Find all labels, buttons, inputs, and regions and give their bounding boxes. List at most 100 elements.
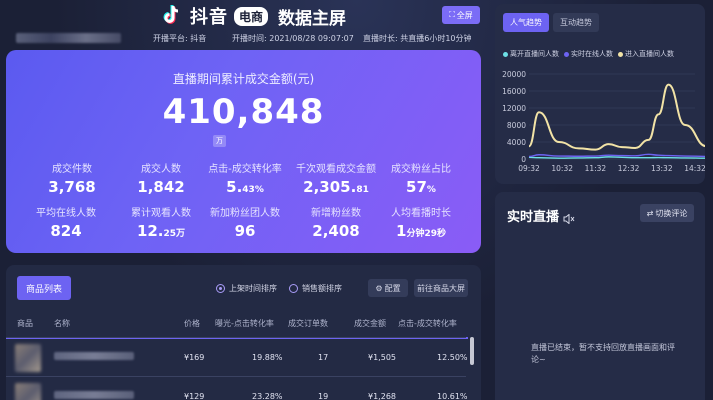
- duration-text: 直播时长: 共直播6小时10分钟: [363, 34, 472, 43]
- popularity-chart: 0 4000 8000 12000 16000 20000 09:32 10:32 11:32 1…: [502, 70, 705, 173]
- goto-product-screen-button[interactable]: 前往商品大屏: [414, 279, 468, 297]
- metric-label: 平均在线人数: [36, 208, 96, 219]
- radio-checked-icon: [216, 284, 225, 293]
- x-tick-label: 09:32: [518, 164, 540, 173]
- metric-item: 成交件数 3,768: [27, 160, 117, 196]
- metric-label: 成交件数: [52, 164, 92, 175]
- series-line: [528, 156, 705, 159]
- x-tick-label: 12:32: [618, 164, 640, 173]
- metric-value: 96: [234, 222, 256, 240]
- stats-card: 直播期间累计成交金额(元) 410,848 万 成交件数 3,768 成交人数 …: [6, 50, 481, 253]
- metric-item: 人均看播时长 1分钟29秒: [376, 204, 466, 240]
- legend-dot: [618, 51, 623, 57]
- metric-label: 新增粉丝数: [311, 208, 361, 219]
- product-thumbnail: [15, 344, 41, 372]
- legend-item-online: 实时在线人数: [564, 49, 613, 59]
- live-ended-message: 直播已结束，暂不支持回放直播画面和评论~: [531, 343, 675, 364]
- metric-item: 新加粉丝团人数 96: [200, 204, 290, 240]
- x-tick-label: 11:32: [585, 164, 607, 173]
- metric-label: 累计观看人数: [131, 208, 191, 219]
- metric-label: 新加粉丝团人数: [210, 208, 280, 219]
- product-name-blurred: [54, 352, 134, 360]
- brand-badge: 电商: [234, 6, 269, 26]
- metric-value: 57%: [406, 178, 436, 196]
- metric-item: 累计观看人数 12.25万: [116, 204, 206, 240]
- total-amount-unit: 万: [213, 135, 226, 147]
- metric-value: 1分钟29秒: [396, 222, 446, 240]
- products-panel: 商品列表 上架时间排序 销售额排序 ⚙ 配置 前往商品大屏 商品 名称 价格 曝…: [6, 265, 481, 400]
- metric-value: 12.25万: [136, 222, 186, 240]
- sort-by-sales-radio[interactable]: 销售额排序: [289, 283, 342, 294]
- expand-icon: ⛶: [449, 10, 455, 19]
- y-tick-label: 8000: [507, 121, 526, 130]
- switch-comments-label: 切换评论: [655, 208, 688, 218]
- platform-text: 开播平台: 抖音: [153, 34, 207, 43]
- metric-label: 人均看播时长: [391, 208, 451, 219]
- metric-value: 3,768: [48, 178, 96, 196]
- brand-name: 抖音: [190, 7, 228, 28]
- column-header: 成交金额: [354, 319, 386, 328]
- fullscreen-button[interactable]: ⛶ 全屏: [442, 6, 480, 24]
- sort-options: 上架时间排序 销售额排序: [216, 283, 342, 294]
- metric-value: 2,305.81: [303, 178, 369, 196]
- sort-sales-label: 销售额排序: [302, 284, 342, 293]
- series-line: [528, 83, 705, 151]
- product-name-blurred: [54, 391, 134, 399]
- metric-value: 2,408: [312, 222, 360, 240]
- metric-item: 成交人数 1,842: [116, 160, 206, 196]
- config-button[interactable]: ⚙ 配置: [368, 279, 408, 297]
- product-thumbnail: [15, 383, 41, 400]
- live-title: 实时直播: [507, 210, 560, 225]
- live-meta: 开播平台: 抖音 开播时间: 2021/08/28 09:07:07 直播时长:…: [0, 33, 500, 45]
- sort-time-label: 上架时间排序: [229, 284, 277, 293]
- tab-popularity-trend[interactable]: 人气趋势: [503, 13, 549, 32]
- legend-label: 实时在线人数: [571, 50, 613, 58]
- gear-icon: ⚙: [375, 283, 383, 293]
- speaker-mute-icon[interactable]: [563, 209, 575, 228]
- x-tick-label: 10:32: [551, 164, 573, 173]
- metric-item: 点击-成交转化率 5.43%: [200, 160, 290, 196]
- column-header: 价格: [184, 319, 200, 328]
- tab-interaction-trend[interactable]: 互动趋势: [553, 13, 599, 32]
- metric-value: 5.43%: [226, 178, 264, 196]
- cell-price: ¥169: [184, 353, 205, 362]
- metric-value: 1,842: [137, 178, 185, 196]
- legend-label: 离开直播间人数: [510, 50, 559, 58]
- trend-panel: 人气趋势 互动趋势 离开直播间人数 实时在线人数 进入直播间人数 0 4000 80…: [495, 4, 705, 184]
- y-tick-label: 16000: [502, 87, 526, 96]
- metric-item: 新增粉丝数 2,408: [291, 204, 381, 240]
- x-tick-label: 13:32: [651, 164, 673, 173]
- cell-amount: ¥1,268: [368, 392, 396, 400]
- y-tick-label: 0: [521, 155, 526, 164]
- legend-dot: [503, 51, 508, 57]
- table-row[interactable]: ¥129 23.28% 19 ¥1,268 10.61%: [6, 376, 468, 400]
- config-label: 配置: [384, 283, 401, 293]
- y-tick-label: 12000: [502, 104, 526, 113]
- metric-item: 千次观看成交金额 2,305.81: [291, 160, 381, 196]
- switch-comments-button[interactable]: ⇄ 切换评论: [640, 204, 694, 222]
- table-row[interactable]: ¥169 19.88% 17 ¥1,505 12.50%: [6, 337, 468, 375]
- y-tick-label: 20000: [502, 70, 526, 79]
- cell-click-deal: 10.61%: [437, 392, 468, 400]
- metric-label: 成交粉丝占比: [391, 164, 451, 175]
- column-header: 商品: [17, 319, 33, 328]
- chart-legend: 离开直播间人数 实时在线人数 进入直播间人数: [503, 49, 674, 59]
- legend-item-leave: 离开直播间人数: [503, 49, 559, 59]
- column-header: 成交订单数: [288, 319, 328, 328]
- cell-click-deal: 12.50%: [437, 353, 468, 362]
- metric-label: 成交人数: [141, 164, 181, 175]
- tab-product-list[interactable]: 商品列表: [17, 276, 71, 300]
- column-header: 曝光-点击转化率: [215, 319, 274, 328]
- metric-label: 千次观看成交金额: [296, 164, 376, 175]
- series-line: [528, 153, 705, 158]
- cell-price: ¥129: [184, 392, 205, 400]
- table-header: 商品 名称 价格 曝光-点击转化率 成交订单数 成交金额 点击-成交转化率: [6, 318, 481, 330]
- sort-by-time-radio[interactable]: 上架时间排序: [216, 283, 277, 294]
- start-time-text: 开播时间: 2021/08/28 09:07:07: [232, 34, 354, 43]
- metric-label: 点击-成交转化率: [208, 164, 282, 175]
- swap-icon: ⇄: [646, 208, 654, 218]
- table-scrollbar[interactable]: [470, 337, 474, 365]
- column-header: 名称: [54, 319, 70, 328]
- logo: 抖音 电商 数据主屏: [162, 3, 346, 29]
- column-header: 点击-成交转化率: [398, 319, 457, 328]
